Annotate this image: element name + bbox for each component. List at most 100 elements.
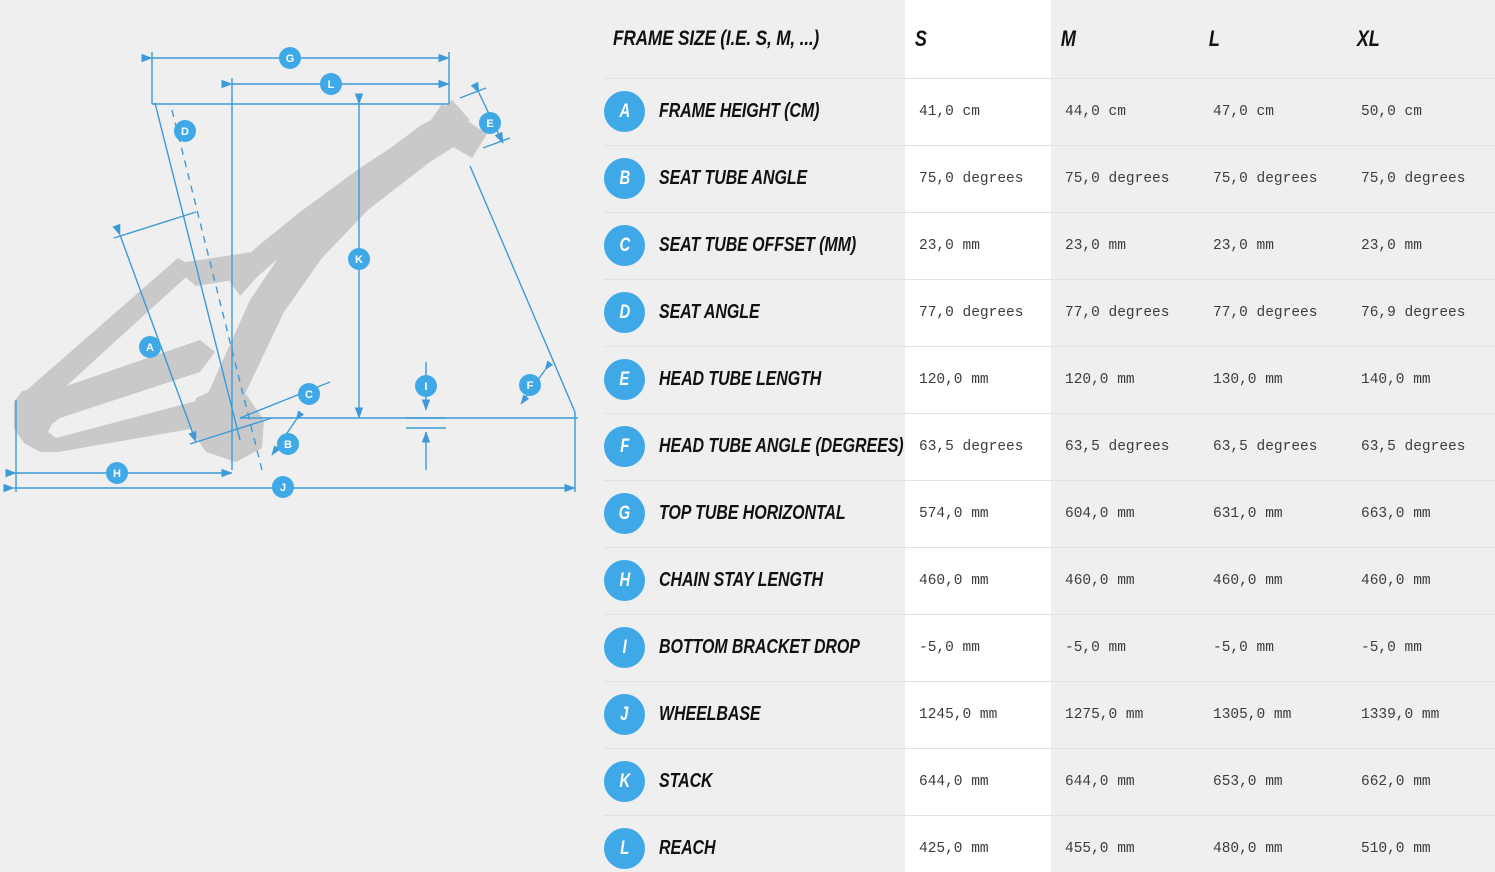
measurement-badge-letter: D [619,302,630,323]
measurement-badge-letter: B [619,168,630,189]
measurement-label-cell: E HEAD TUBE LENGTH [604,346,905,414]
value-text: 75,0 degrees [919,170,1024,187]
geometry-table: FRAME SIZE (I.E. S, M, ...) S M L XL A F… [604,0,1495,872]
value-text: 75,0 degrees [1065,170,1170,187]
value-text: 662,0 mm [1361,773,1431,790]
measurement-badge-icon: J [604,694,645,735]
value-text: 663,0 mm [1361,505,1431,522]
measurement-badge-icon: B [604,158,645,199]
measurement-label-cell: C SEAT TUBE OFFSET (MM) [604,212,905,280]
table-row: E HEAD TUBE LENGTH 120,0 mm 120,0 mm 130,0 m… [604,346,1495,414]
value-text: 63,5 degrees [1213,438,1318,455]
value-text: 1305,0 mm [1213,706,1292,723]
value-cell-xl: 63,5 degrees [1347,413,1495,481]
value-cell-s: 644,0 mm [905,748,1051,816]
svg-text:C: C [305,389,313,401]
measurement-label-cell: K STACK [604,748,905,816]
value-text: 130,0 mm [1213,371,1283,388]
callout-L: L [320,73,342,95]
measurement-badge-icon: G [604,493,645,534]
value-cell-s: 41,0 cm [905,78,1051,146]
value-cell-l: 63,5 degrees [1199,413,1347,481]
svg-text:B: B [284,439,292,451]
frame-silhouette [14,100,487,462]
value-text: 653,0 mm [1213,773,1283,790]
callout-J: J [272,476,294,498]
value-text: 76,9 degrees [1361,304,1466,321]
value-cell-xl: 1339,0 mm [1347,681,1495,749]
value-text: 140,0 mm [1361,371,1431,388]
measurement-label-cell: G TOP TUBE HORIZONTAL [604,480,905,548]
value-text: 75,0 degrees [1361,170,1466,187]
header-size-s: S [905,0,1051,79]
measurement-label-cell: B SEAT TUBE ANGLE [604,145,905,213]
callout-G: G [279,47,301,69]
value-text: 644,0 mm [919,773,989,790]
value-text: 574,0 mm [919,505,989,522]
measurement-badge-letter: F [619,436,630,457]
value-cell-s: 23,0 mm [905,212,1051,280]
table-row: B SEAT TUBE ANGLE 75,0 degrees 75,0 degrees… [604,145,1495,213]
measurement-badge-icon: F [604,426,645,467]
callout-I: I [415,375,437,397]
table-row: F HEAD TUBE ANGLE (DEGREES) 63,5 degrees 63… [604,413,1495,481]
measurement-label-cell: H CHAIN STAY LENGTH [604,547,905,615]
value-cell-l: 460,0 mm [1199,547,1347,615]
measurement-badge-letter: L [619,838,630,859]
value-cell-m: 77,0 degrees [1051,279,1199,347]
value-text: 460,0 mm [1213,572,1283,589]
table-row: C SEAT TUBE OFFSET (MM) 23,0 mm 23,0 mm 23,0… [604,212,1495,280]
callout-F: F [519,374,541,396]
measurement-badge-letter: A [619,101,630,122]
table-row: D SEAT ANGLE 77,0 degrees 77,0 degrees 77,0 … [604,279,1495,347]
measurement-name: SEAT ANGLE [659,301,760,323]
measurement-name: SEAT TUBE ANGLE [659,167,808,189]
value-text: 460,0 mm [1065,572,1135,589]
value-text: 63,5 degrees [1065,438,1170,455]
header-size-m-label: M [1060,25,1076,51]
measurement-badge-letter: K [619,771,630,792]
table-row: J WHEELBASE 1245,0 mm 1275,0 mm 1305,0 mm 133… [604,681,1495,749]
value-cell-l: 653,0 mm [1199,748,1347,816]
value-cell-l: 1305,0 mm [1199,681,1347,749]
value-cell-xl: -5,0 mm [1347,614,1495,682]
measurement-label-cell: J WHEELBASE [604,681,905,749]
value-cell-s: 75,0 degrees [905,145,1051,213]
value-cell-m: 44,0 cm [1051,78,1199,146]
callout-A: A [139,336,161,358]
geometry-table-pane: FRAME SIZE (I.E. S, M, ...) S M L XL A F… [604,0,1495,872]
value-text: 44,0 cm [1065,103,1126,120]
value-text: 631,0 mm [1213,505,1283,522]
value-text: 604,0 mm [1065,505,1135,522]
callout-D: D [174,120,196,142]
header-frame-size-label: FRAME SIZE (I.E. S, M, ...) [613,26,820,50]
svg-text:I: I [424,381,427,393]
callout-B: B [277,433,299,455]
value-text: -5,0 mm [1065,639,1126,656]
value-text: 1339,0 mm [1361,706,1440,723]
value-cell-xl: 140,0 mm [1347,346,1495,414]
value-cell-xl: 23,0 mm [1347,212,1495,280]
measurement-name: SEAT TUBE OFFSET (MM) [659,234,857,256]
callout-E: E [479,112,501,134]
measurement-label-cell: D SEAT ANGLE [604,279,905,347]
value-cell-m: -5,0 mm [1051,614,1199,682]
value-text: 425,0 mm [919,840,989,857]
value-text: 41,0 cm [919,103,980,120]
value-cell-l: 47,0 cm [1199,78,1347,146]
value-text: 460,0 mm [919,572,989,589]
value-text: 644,0 mm [1065,773,1135,790]
header-size-l: L [1199,0,1347,79]
table-row: K STACK 644,0 mm 644,0 mm 653,0 mm 662,0 mm [604,748,1495,816]
value-cell-m: 455,0 mm [1051,815,1199,872]
value-cell-s: 120,0 mm [905,346,1051,414]
measurement-name: STACK [659,770,713,792]
svg-text:D: D [181,126,189,138]
measurement-badge-letter: G [618,503,631,524]
header-frame-size: FRAME SIZE (I.E. S, M, ...) [604,0,905,79]
value-cell-l: 631,0 mm [1199,480,1347,548]
measurement-name: HEAD TUBE ANGLE (DEGREES) [659,435,904,457]
value-cell-m: 120,0 mm [1051,346,1199,414]
value-cell-m: 75,0 degrees [1051,145,1199,213]
value-cell-xl: 50,0 cm [1347,78,1495,146]
